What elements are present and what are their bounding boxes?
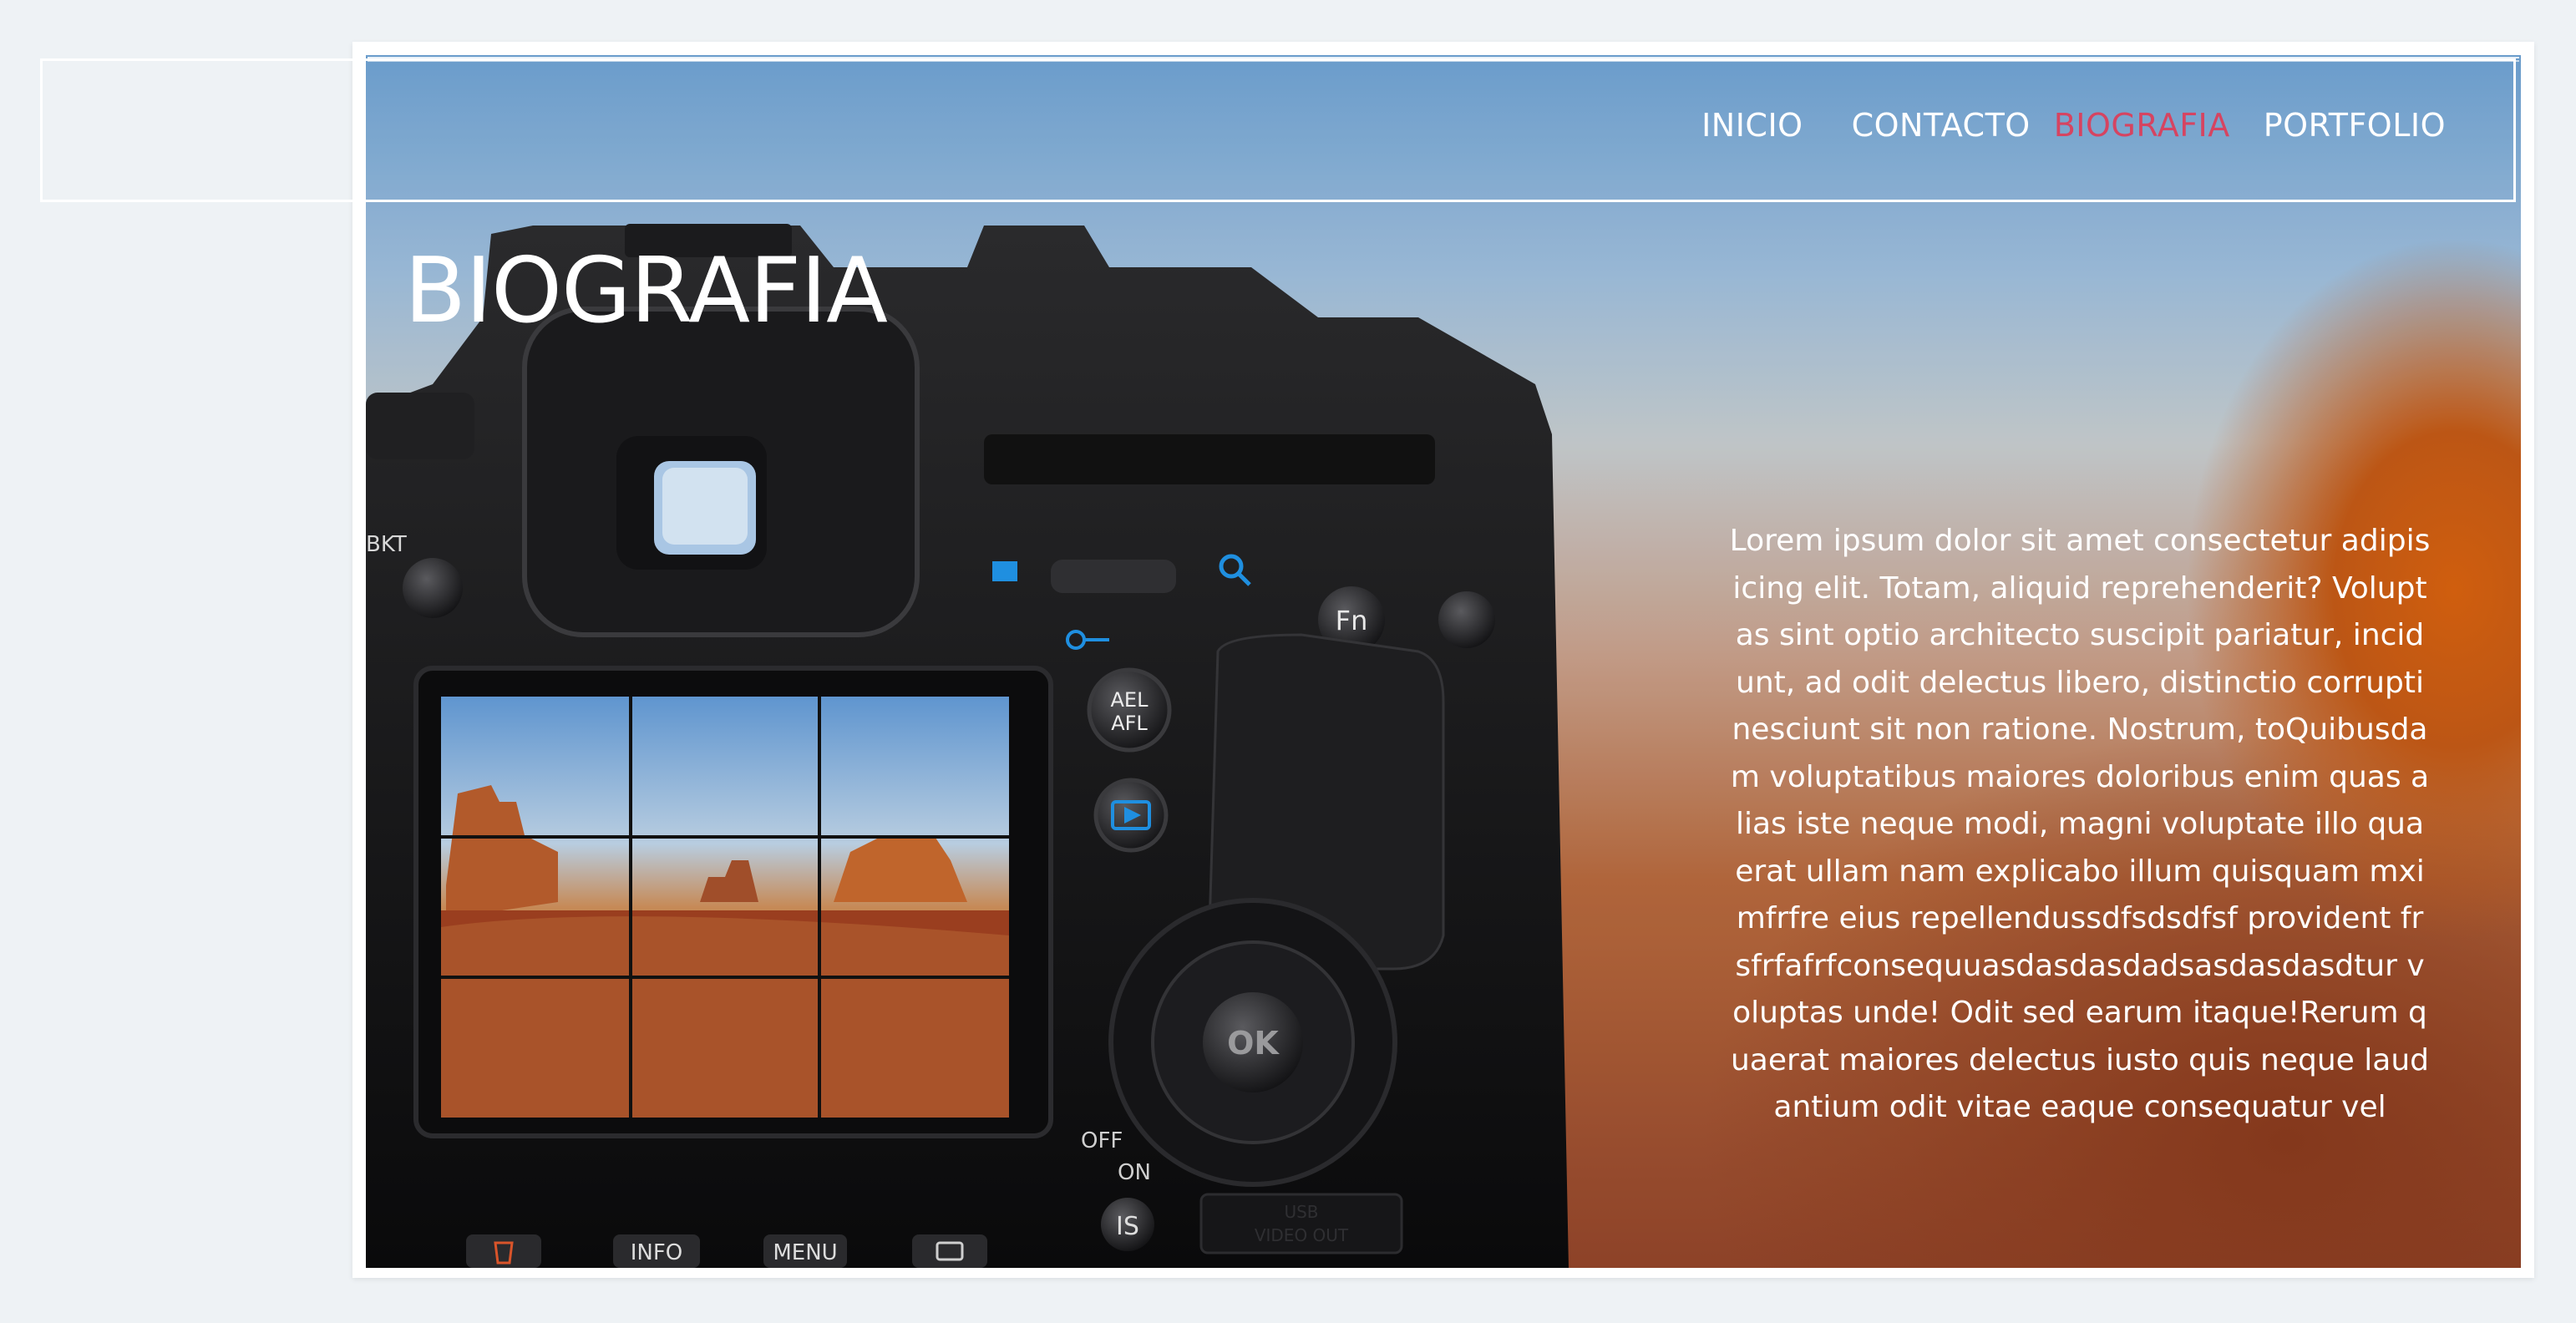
fn-label: Fn [1336,605,1368,636]
camera-illustration: Fn BKT AEL AFL OK OFF ON IS USB VIDEO OU… [366,224,1569,1268]
ok-label: OK [1227,1025,1280,1062]
ael-label: AEL [1111,688,1149,712]
nav-item-portfolio[interactable]: PORTFOLIO [2264,107,2446,144]
nav-item-biografia[interactable]: BIOGRAFIA [2054,107,2230,144]
page-title: BIOGRAFIA [404,239,888,343]
nav-item-inicio[interactable]: INICIO [1701,107,1803,144]
biography-text: Lorem ipsum dolor sit amet consectetur a… [1729,524,2431,1124]
main-nav: INICIO CONTACTO BIOGRAFIA PORTFOLIO [1701,107,2446,144]
usb-label: USB [1284,1202,1318,1222]
afl-label: AFL [1111,712,1148,735]
video-out-label: VIDEO OUT [1255,1225,1349,1245]
menu-label: MENU [773,1240,837,1265]
off-label: OFF [1081,1128,1123,1153]
on-label: ON [1118,1160,1151,1185]
bkt-label: BKT [366,532,407,557]
info-label: INFO [631,1240,683,1265]
header-top-border [368,57,2519,62]
nav-item-contacto[interactable]: CONTACTO [1852,107,2031,144]
is-label: IS [1116,1212,1139,1241]
